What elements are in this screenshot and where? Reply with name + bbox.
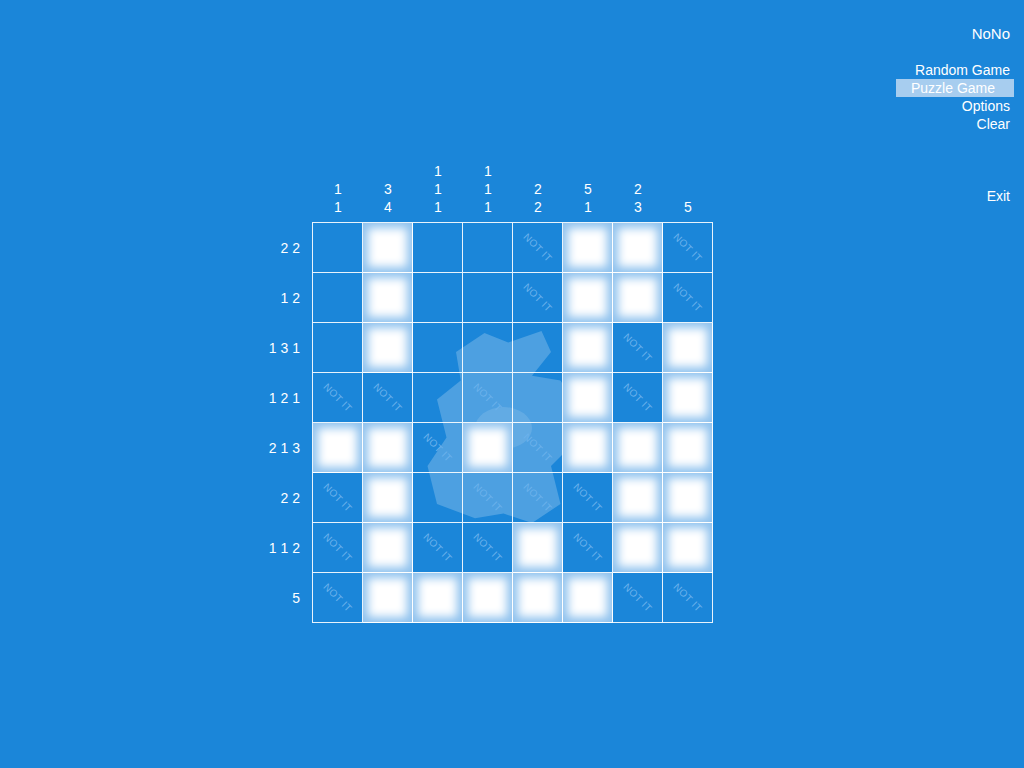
cell-empty[interactable] xyxy=(513,373,563,423)
cell-filled[interactable] xyxy=(313,423,363,473)
cell-marked[interactable]: NOT IT xyxy=(413,523,463,573)
cell-filled[interactable] xyxy=(613,273,663,323)
cell-marked[interactable]: NOT IT xyxy=(613,573,663,623)
cell-marked[interactable]: NOT IT xyxy=(613,373,663,423)
cell-filled[interactable] xyxy=(363,423,413,473)
cell-marked[interactable]: NOT IT xyxy=(313,573,363,623)
cell-filled[interactable] xyxy=(563,423,613,473)
cell-filled[interactable] xyxy=(563,573,613,623)
cell-filled[interactable] xyxy=(663,423,713,473)
cell-marked[interactable]: NOT IT xyxy=(563,523,613,573)
game-screen: 113411111122512352 21 21 3 11 2 12 1 32 … xyxy=(0,0,1024,768)
cell-filled[interactable] xyxy=(513,573,563,623)
row-clue: 1 3 1 xyxy=(260,323,312,373)
column-clue: 111 xyxy=(463,152,513,222)
cell-empty[interactable] xyxy=(463,273,513,323)
cell-filled[interactable] xyxy=(363,573,413,623)
row-clue: 1 1 2 xyxy=(260,523,312,573)
cell-marked[interactable]: NOT IT xyxy=(463,373,513,423)
column-clue: 34 xyxy=(363,152,413,222)
cell-marked[interactable]: NOT IT xyxy=(613,323,663,373)
column-clue: 22 xyxy=(513,152,563,222)
column-clue: 5 xyxy=(663,152,713,222)
cell-filled[interactable] xyxy=(363,523,413,573)
cell-empty[interactable] xyxy=(413,473,463,523)
cell-marked[interactable]: NOT IT xyxy=(463,473,513,523)
cell-empty[interactable] xyxy=(313,273,363,323)
cell-marked[interactable]: NOT IT xyxy=(513,223,563,273)
cell-filled[interactable] xyxy=(663,523,713,573)
cell-marked[interactable]: NOT IT xyxy=(513,423,563,473)
column-clue: 11 xyxy=(313,152,363,222)
cell-filled[interactable] xyxy=(363,223,413,273)
cell-filled[interactable] xyxy=(363,473,413,523)
row-clues: 2 21 21 3 11 2 12 1 32 21 1 25 xyxy=(260,222,312,623)
cell-marked[interactable]: NOT IT xyxy=(313,473,363,523)
cell-marked[interactable]: NOT IT xyxy=(663,223,713,273)
menu-item[interactable]: Puzzle Game xyxy=(896,79,1014,97)
cell-filled[interactable] xyxy=(613,423,663,473)
cell-empty[interactable] xyxy=(413,223,463,273)
cell-filled[interactable] xyxy=(513,523,563,573)
cell-filled[interactable] xyxy=(563,323,613,373)
cell-empty[interactable] xyxy=(413,273,463,323)
cell-marked[interactable]: NOT IT xyxy=(663,573,713,623)
cell-marked[interactable]: NOT IT xyxy=(463,523,513,573)
cell-marked[interactable]: NOT IT xyxy=(413,423,463,473)
cell-empty[interactable] xyxy=(463,323,513,373)
row-clue: 2 2 xyxy=(260,473,312,523)
cell-empty[interactable] xyxy=(413,323,463,373)
cell-empty[interactable] xyxy=(313,323,363,373)
cell-marked[interactable]: NOT IT xyxy=(313,523,363,573)
column-clue: 111 xyxy=(413,152,463,222)
puzzle-board: 113411111122512352 21 21 3 11 2 12 1 32 … xyxy=(260,152,713,623)
menu-list: Random GamePuzzle GameOptionsClear xyxy=(896,61,1014,133)
cell-empty[interactable] xyxy=(313,223,363,273)
cell-filled[interactable] xyxy=(563,373,613,423)
cell-empty[interactable] xyxy=(413,373,463,423)
cell-marked[interactable]: NOT IT xyxy=(563,473,613,523)
cell-filled[interactable] xyxy=(663,373,713,423)
column-clue: 51 xyxy=(563,152,613,222)
cell-filled[interactable] xyxy=(563,223,613,273)
cell-filled[interactable] xyxy=(363,323,413,373)
cell-empty[interactable] xyxy=(463,223,513,273)
cell-filled[interactable] xyxy=(663,323,713,373)
row-clue: 1 2 1 xyxy=(260,373,312,423)
cell-filled[interactable] xyxy=(663,473,713,523)
column-clue: 23 xyxy=(613,152,663,222)
cell-filled[interactable] xyxy=(613,223,663,273)
cell-filled[interactable] xyxy=(463,423,513,473)
side-menu: NoNo Random GamePuzzle GameOptionsClear Ex… xyxy=(884,0,1024,768)
row-clue: 5 xyxy=(260,573,312,623)
cell-marked[interactable]: NOT IT xyxy=(313,373,363,423)
cell-marked[interactable]: NOT IT xyxy=(663,273,713,323)
row-clue: 2 2 xyxy=(260,223,312,273)
cell-filled[interactable] xyxy=(563,273,613,323)
cell-marked[interactable]: NOT IT xyxy=(513,273,563,323)
cell-marked[interactable]: NOT IT xyxy=(513,473,563,523)
app-title: NoNo xyxy=(972,25,1014,43)
puzzle-grid: NOT ITNOT ITNOT ITNOT ITNOT ITNOT ITNOT … xyxy=(312,222,713,623)
menu-item[interactable]: Clear xyxy=(896,115,1014,133)
menu-item[interactable]: Random Game xyxy=(896,61,1014,79)
cell-filled[interactable] xyxy=(613,523,663,573)
row-clue: 2 1 3 xyxy=(260,423,312,473)
cell-filled[interactable] xyxy=(363,273,413,323)
cell-filled[interactable] xyxy=(463,573,513,623)
cell-empty[interactable] xyxy=(513,323,563,373)
cell-marked[interactable]: NOT IT xyxy=(363,373,413,423)
board-area: 113411111122512352 21 21 3 11 2 12 1 32 … xyxy=(0,0,713,768)
cell-filled[interactable] xyxy=(413,573,463,623)
menu-item[interactable]: Options xyxy=(896,97,1014,115)
cell-filled[interactable] xyxy=(613,473,663,523)
column-clues: 11341111112251235 xyxy=(312,152,713,222)
exit-button[interactable]: Exit xyxy=(987,187,1014,205)
row-clue: 1 2 xyxy=(260,273,312,323)
